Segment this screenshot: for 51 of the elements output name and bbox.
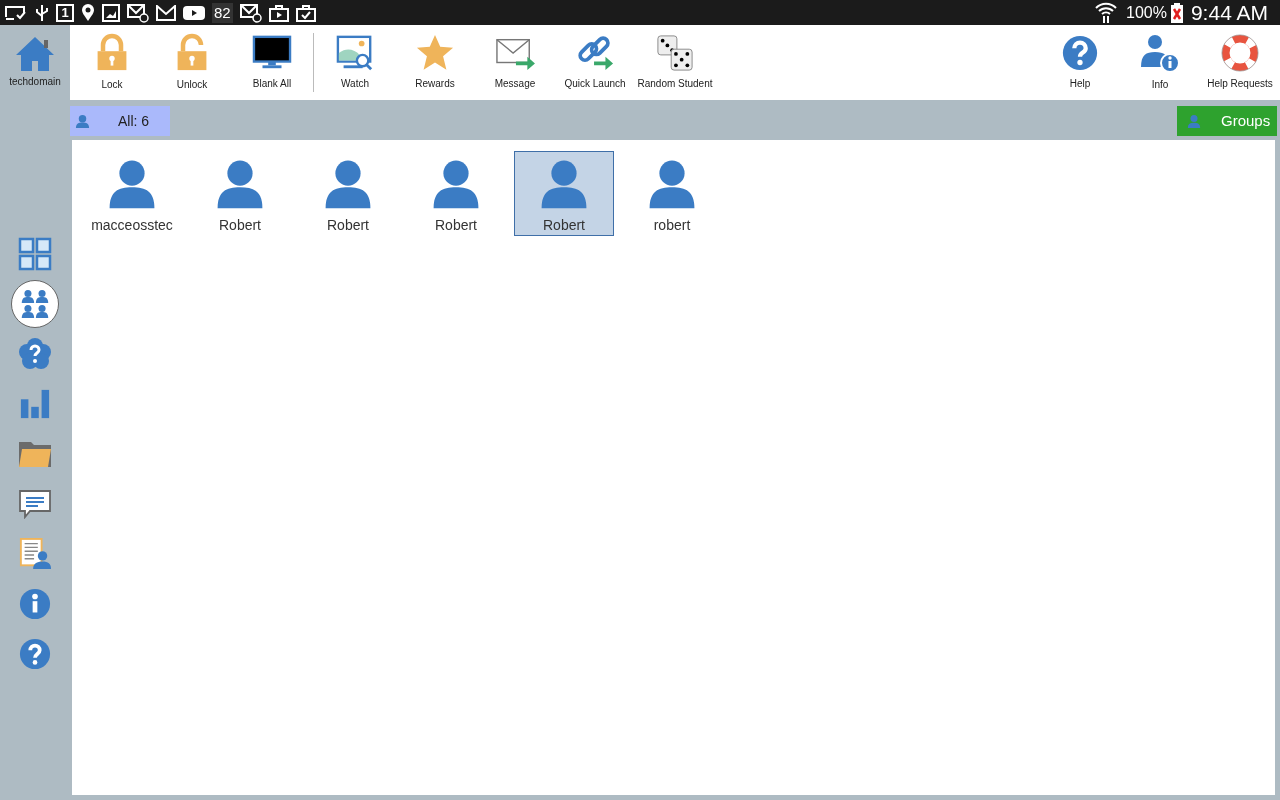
toolbar-button[interactable]: Lock	[72, 25, 152, 100]
folder-icon	[18, 439, 52, 469]
image-icon	[102, 3, 120, 22]
toolbar-button[interactable]: Watch	[315, 25, 395, 100]
roster-person-icon	[19, 538, 51, 570]
toolbar-button[interactable]: Blank All	[232, 25, 312, 100]
calendar-day: 1	[56, 3, 74, 22]
toolbar-button[interactable]: Info	[1120, 25, 1200, 100]
toolbar-button[interactable]: Random Student	[635, 25, 715, 100]
student-tile[interactable]: Robert	[514, 151, 614, 236]
toolbar-button[interactable]: Message	[475, 25, 555, 100]
lifebuoy-icon	[1221, 34, 1259, 72]
briefcase-icon	[295, 3, 316, 22]
person-icon	[1187, 114, 1201, 128]
sidebar-button[interactable]	[11, 280, 59, 328]
toolbar-button[interactable]: Unlock	[152, 25, 232, 100]
briefcase-icon	[268, 3, 289, 22]
clock-time: 9:44 AM	[1190, 0, 1268, 26]
student-tile[interactable]: robert	[622, 151, 722, 236]
help-icon	[1061, 34, 1099, 72]
location-pin-icon	[81, 3, 95, 22]
toolbar-button[interactable]: Help	[1040, 25, 1120, 100]
student-tile[interactable]: Robert	[190, 151, 290, 236]
student-tile[interactable]: Robert	[406, 151, 506, 236]
battery-icon	[1170, 2, 1183, 23]
cast-icon	[4, 4, 28, 21]
battery-percent: 100%	[1126, 2, 1167, 23]
home-icon	[15, 36, 55, 72]
student-tile[interactable]: macceosstec	[82, 151, 182, 236]
toolbar-button[interactable]: Help Requests	[1200, 25, 1280, 100]
monitor-magnifier-icon	[335, 34, 375, 72]
bar-chart-icon	[19, 388, 51, 420]
person-info-icon	[1140, 33, 1180, 73]
chat-bubble-icon	[18, 489, 52, 519]
student-tile[interactable]: Robert	[298, 151, 398, 236]
usb-icon	[35, 3, 49, 22]
home-button[interactable]: techdomain	[0, 25, 70, 100]
star-icon	[415, 34, 455, 72]
info-icon	[19, 588, 51, 620]
help-icon	[19, 638, 51, 670]
group-tab[interactable]: All: 6	[70, 106, 170, 136]
question-cloud-icon	[18, 337, 52, 371]
temperature: 82	[212, 2, 233, 23]
envelope-icon	[156, 4, 176, 21]
play-icon	[183, 4, 205, 21]
dice-icon	[655, 34, 695, 72]
grid-icon	[18, 237, 52, 271]
wifi-icon	[1094, 1, 1118, 24]
people-group-icon	[20, 289, 50, 319]
toolbar-button[interactable]: Quick Launch	[555, 25, 635, 100]
toolbar-button[interactable]: Rewards	[395, 25, 475, 100]
